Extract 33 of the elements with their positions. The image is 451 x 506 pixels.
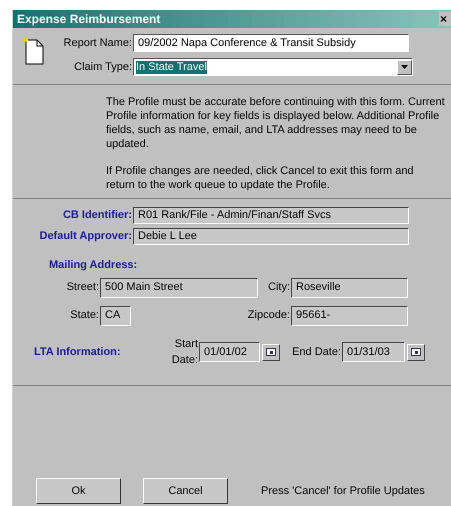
new-document-icon (22, 37, 46, 65)
field-label: Street: (66, 280, 100, 296)
profile-field[interactable]: R01 Rank/File - Admin/Finan/Staff Svcs (133, 207, 409, 224)
field-label: Report Name: (62, 36, 133, 51)
field-label: Claim Type: (73, 60, 133, 75)
start-date-field[interactable]: 01/01/02 (199, 342, 260, 362)
section-heading: Mailing Address: (49, 258, 138, 273)
info-paragraph: If Profile changes are needed, click Cancel to exit this form and return to the work queue to update the Profile. (106, 164, 415, 192)
field-label: Start Date: (170, 336, 199, 368)
profile-field[interactable]: Debie L Lee (133, 228, 409, 245)
cancel-button[interactable]: Cancel (143, 478, 228, 504)
field-label: Zipcode: (246, 308, 291, 324)
calendar-icon[interactable] (407, 344, 425, 360)
field-label: Default Approver: (38, 229, 133, 244)
section-heading: LTA Information: (34, 344, 122, 360)
end-date-field[interactable]: 01/31/03 (342, 342, 405, 362)
street-field[interactable]: 500 Main Street (100, 278, 258, 298)
city-field[interactable]: Roseville (291, 278, 408, 298)
window-title: Expense Reimbursement (17, 11, 160, 28)
zipcode-field[interactable]: 95661- (291, 306, 408, 326)
info-paragraph: The Profile must be accurate before continuing with this form. Current Profile information for key fields is displayed below. Additional Profile fields, such as name, email, and LTA addresses may need to be updated. (106, 95, 445, 151)
close-button[interactable]: × (439, 12, 451, 26)
ok-button[interactable]: Ok (36, 478, 121, 504)
field-label: State: (69, 308, 100, 324)
field-label: City: (267, 280, 291, 296)
report-name-field[interactable]: 09/2002 Napa Conference & Transit Subsidy (133, 34, 409, 52)
field-label: End Date: (291, 344, 342, 360)
field-label: CB Identifier: (62, 208, 133, 224)
hint-text: Press 'Cancel' for Profile Updates (261, 484, 425, 499)
state-field[interactable]: CA (100, 306, 131, 326)
calendar-icon[interactable] (262, 344, 280, 360)
dropdown-value: In State Travel (136, 60, 207, 74)
claim-type-dropdown[interactable]: In State Travel (133, 58, 413, 76)
